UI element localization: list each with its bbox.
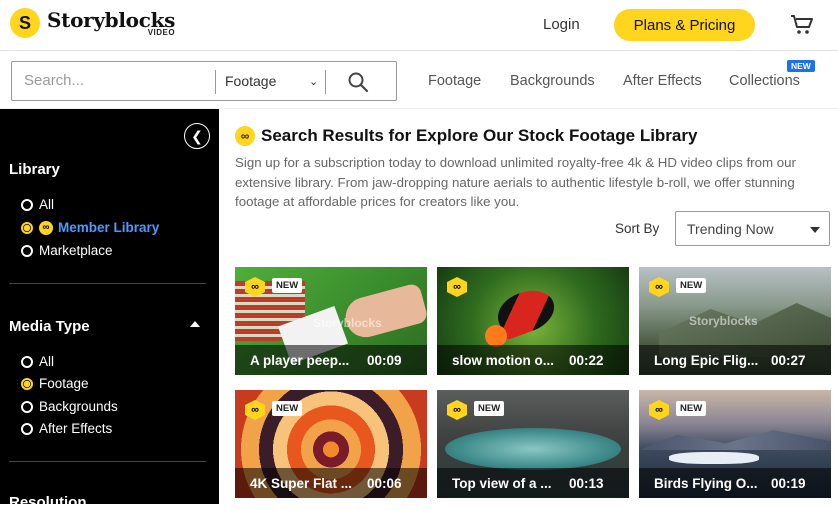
thumb-mountains	[639, 430, 831, 450]
card-duration: 00:09	[367, 353, 402, 368]
logo-mark-icon: S	[10, 8, 40, 38]
option-label: Member Library	[58, 220, 160, 235]
media-type-heading[interactable]: Media Type	[9, 318, 90, 335]
option-label: Backgrounds	[39, 399, 118, 414]
collapse-sidebar-icon[interactable]: ❮	[184, 123, 210, 149]
radio-button[interactable]	[21, 422, 33, 435]
logo-word: Storyblocks	[47, 7, 176, 32]
new-badge: NEW	[272, 401, 303, 416]
card-duration: 00:27	[771, 353, 806, 368]
new-badge: NEW	[676, 401, 707, 416]
thumb-lake	[445, 428, 621, 470]
search-divider	[215, 70, 216, 94]
card-title: A player peep...	[250, 353, 350, 368]
results-title-row: ∞ Search Results for Explore Our Stock F…	[235, 126, 697, 146]
library-option-all[interactable]: All	[21, 197, 54, 212]
nav-footage[interactable]: Footage	[428, 73, 481, 89]
page-title: Search Results for Explore Our Stock Foo…	[261, 126, 698, 145]
media-option-footage[interactable]: Footage	[21, 376, 89, 391]
section-divider	[9, 283, 206, 284]
video-card[interactable]: ∞ NEW 4K Super Flat ... 00:06	[235, 390, 427, 498]
new-badge: NEW	[787, 60, 815, 72]
section-divider	[9, 461, 206, 462]
new-badge: NEW	[676, 278, 707, 293]
new-badge: NEW	[272, 278, 303, 293]
card-title: Top view of a ...	[452, 476, 552, 491]
member-hex-icon: ∞	[649, 277, 669, 297]
option-label: All	[39, 197, 55, 212]
library-option-member[interactable]: ∞ Member Library	[21, 220, 159, 235]
watermark: Storyblocks	[313, 316, 382, 330]
caret-up-icon[interactable]	[190, 321, 200, 327]
media-option-all[interactable]: All	[21, 354, 54, 369]
library-heading: Library	[9, 161, 60, 178]
member-library-icon: ∞	[235, 126, 255, 146]
card-duration: 00:22	[569, 353, 604, 368]
video-card[interactable]: ∞ slow motion o... 00:22	[437, 267, 629, 375]
card-duration: 00:06	[367, 476, 402, 491]
member-library-icon: ∞	[39, 220, 53, 235]
logo-text: Storyblocks VIDEO	[47, 10, 175, 37]
card-title: Long Epic Flig...	[654, 353, 759, 368]
media-option-backgrounds[interactable]: Backgrounds	[21, 399, 118, 414]
card-title: slow motion o...	[452, 353, 554, 368]
login-link[interactable]: Login	[543, 16, 580, 33]
card-duration: 00:13	[569, 476, 604, 491]
filter-sidebar: ❮ Library All ∞ Member Library Marketpla…	[0, 109, 219, 511]
video-card[interactable]: Storyblocks ∞ NEW A player peep... 00:09	[235, 267, 427, 375]
new-badge: NEW	[474, 401, 505, 416]
member-hex-icon: ∞	[649, 400, 669, 420]
radio-button[interactable]	[21, 244, 33, 257]
search-row: Search... Footage ⌄ Footage Backgrounds …	[0, 52, 838, 109]
nav-collections[interactable]: Collections	[729, 73, 800, 89]
card-title: 4K Super Flat ...	[250, 476, 353, 491]
library-option-marketplace[interactable]: Marketplace	[21, 243, 113, 258]
member-hex-icon: ∞	[447, 400, 467, 420]
sort-by-label: Sort By	[615, 221, 660, 236]
watermark: Storyblocks	[689, 314, 758, 328]
chevron-down-icon[interactable]: ⌄	[309, 75, 318, 88]
nav-backgrounds[interactable]: Backgrounds	[510, 73, 595, 89]
chevron-down-icon	[810, 227, 820, 233]
radio-button[interactable]	[21, 400, 33, 413]
media-option-after-effects[interactable]: After Effects	[21, 421, 112, 436]
cart-icon[interactable]	[790, 13, 814, 37]
card-duration: 00:19	[771, 476, 806, 491]
radio-button-selected[interactable]	[21, 377, 33, 390]
option-label: After Effects	[39, 421, 113, 436]
video-card[interactable]: ∞ NEW Top view of a ... 00:13	[437, 390, 629, 498]
search-divider	[325, 70, 326, 94]
member-hex-icon: ∞	[447, 277, 467, 297]
thumb-hand	[341, 282, 427, 342]
media-type-select[interactable]: Footage	[225, 73, 276, 89]
radio-button[interactable]	[21, 198, 33, 211]
top-bar: S Storyblocks VIDEO Login Plans & Pricin…	[0, 0, 838, 51]
video-card[interactable]: Storyblocks ∞ NEW Long Epic Flig... 00:2…	[639, 267, 831, 375]
search-input[interactable]: Search...	[24, 72, 84, 89]
search-box: Search... Footage ⌄	[11, 61, 397, 101]
card-title: Birds Flying O...	[654, 476, 758, 491]
page-description: Sign up for a subscription today to down…	[235, 155, 796, 209]
sort-select[interactable]: Trending Now	[675, 211, 830, 246]
video-card[interactable]: ∞ NEW Birds Flying O... 00:19	[639, 390, 831, 498]
member-hex-icon: ∞	[245, 400, 265, 420]
sort-value: Trending Now	[687, 221, 774, 237]
resolution-heading[interactable]: Resolution	[9, 494, 87, 511]
nav-after-effects[interactable]: After Effects	[623, 73, 702, 89]
radio-button[interactable]	[21, 355, 33, 368]
radio-button-selected[interactable]	[21, 221, 33, 234]
storyblocks-logo[interactable]: S Storyblocks VIDEO	[10, 8, 175, 38]
option-label: Footage	[39, 376, 89, 391]
option-label: Marketplace	[39, 243, 113, 258]
thumb-ice	[669, 452, 759, 464]
search-icon[interactable]	[346, 70, 370, 94]
plans-pricing-button[interactable]: Plans & Pricing	[614, 9, 755, 41]
option-label: All	[39, 354, 55, 369]
thumb-flower	[485, 325, 507, 347]
